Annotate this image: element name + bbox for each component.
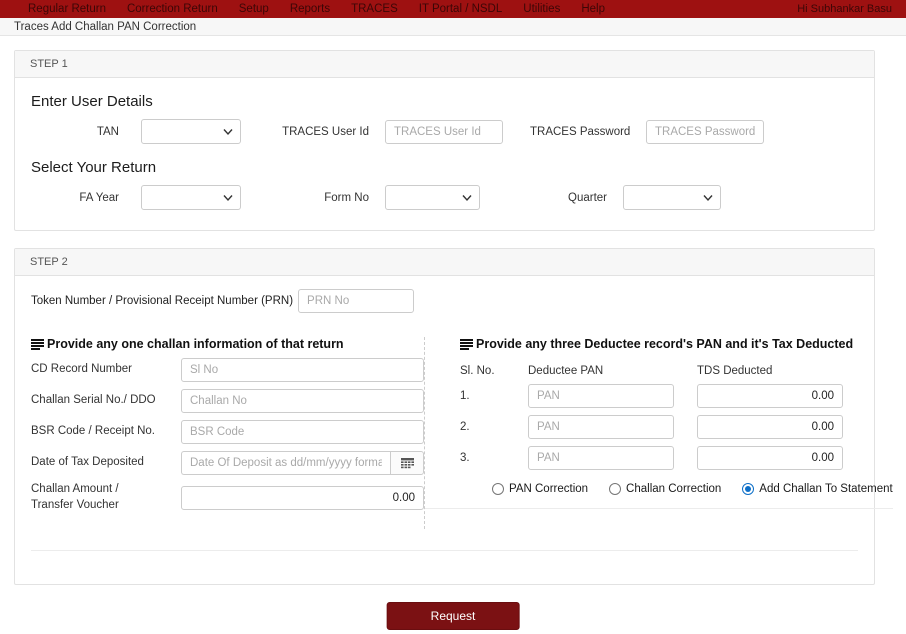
chevron-down-icon (223, 128, 233, 136)
challan-amount-row: Challan Amount / Transfer Voucher (31, 482, 424, 513)
breadcrumb: Traces Add Challan PAN Correction (0, 18, 906, 36)
date-deposited-row: Date of Tax Deposited (31, 451, 424, 475)
challan-info-section: Provide any one challan information of t… (31, 337, 425, 529)
request-button[interactable]: Request (387, 602, 520, 630)
token-number-label: Token Number / Provisional Receipt Numbe… (31, 295, 293, 307)
step2-panel: STEP 2 Token Number / Provisional Receip… (14, 248, 875, 585)
date-deposited-input[interactable] (181, 451, 390, 475)
radio-pan-correction[interactable]: PAN Correction (492, 483, 588, 495)
challan-serial-label: Challan Serial No./ DDO (31, 393, 181, 409)
select-return-row: FA Year Form No Quarter (31, 185, 858, 210)
token-row: Token Number / Provisional Receipt Numbe… (31, 289, 858, 313)
pan-input-3[interactable] (528, 446, 674, 470)
list-icon (31, 339, 44, 350)
step2-header: STEP 2 (15, 249, 874, 276)
tds-input-1[interactable] (697, 384, 843, 408)
radio-icon (609, 483, 621, 495)
tan-select[interactable] (141, 119, 241, 144)
quarter-select[interactable] (623, 185, 721, 210)
top-navbar: Regular Return Correction Return Setup R… (0, 0, 906, 18)
tds-input-3[interactable] (697, 446, 843, 470)
step2-columns: Provide any one challan information of t… (31, 337, 858, 529)
radio-icon (492, 483, 504, 495)
challan-section-title: Provide any one challan information of t… (47, 337, 344, 351)
deductee-section-title: Provide any three Deductee record's PAN … (476, 337, 853, 351)
challan-amount-label: Challan Amount / Transfer Voucher (31, 482, 181, 513)
nav-item-regular-return[interactable]: Regular Return (28, 0, 106, 18)
deductee-row-3: 3. (460, 446, 893, 470)
chevron-down-icon (223, 194, 233, 202)
correction-type-radios: PAN Correction Challan Correction Add Ch… (492, 483, 893, 495)
step1-header: STEP 1 (15, 51, 874, 78)
traces-password-input[interactable] (646, 120, 764, 144)
chevron-down-icon (703, 194, 713, 202)
traces-user-id-label: TRACES User Id (263, 126, 369, 138)
user-details-row: TAN TRACES User Id TRACES Password (31, 119, 858, 144)
bsr-code-row: BSR Code / Receipt No. (31, 420, 424, 444)
row-number: 2. (460, 421, 528, 433)
form-no-select[interactable] (385, 185, 480, 210)
calendar-icon (401, 457, 414, 469)
nav-item-setup[interactable]: Setup (239, 0, 269, 18)
enter-user-details-title: Enter User Details (31, 93, 858, 110)
cd-record-row: CD Record Number (31, 358, 424, 382)
date-picker-button[interactable] (390, 451, 424, 475)
col-deductee-pan: Deductee PAN (528, 365, 674, 377)
deductee-table-header: Sl. No. Deductee PAN TDS Deducted (460, 365, 893, 377)
traces-password-label: TRACES Password (530, 126, 630, 138)
pan-input-2[interactable] (528, 415, 674, 439)
radio-label: Add Challan To Statement (759, 483, 892, 495)
nav-item-it-portal-nsdl[interactable]: IT Portal / NSDL (419, 0, 503, 18)
bottom-divider (31, 550, 858, 551)
step1-panel: STEP 1 Enter User Details TAN TRACES Use… (14, 50, 875, 231)
radio-add-challan-to-statement[interactable]: Add Challan To Statement (742, 483, 892, 495)
cd-record-input[interactable] (181, 358, 424, 382)
row-number: 1. (460, 390, 528, 402)
radio-icon (742, 483, 754, 495)
col-tds-deducted: TDS Deducted (697, 365, 843, 377)
nav-item-reports[interactable]: Reports (290, 0, 330, 18)
date-deposited-label: Date of Tax Deposited (31, 455, 181, 471)
nav-item-help[interactable]: Help (581, 0, 605, 18)
fa-year-label: FA Year (31, 192, 119, 204)
radio-label: Challan Correction (626, 483, 721, 495)
challan-amount-input[interactable] (181, 486, 424, 510)
challan-serial-row: Challan Serial No./ DDO (31, 389, 424, 413)
step1-body: Enter User Details TAN TRACES User Id TR… (15, 93, 874, 210)
select-your-return-title: Select Your Return (31, 159, 858, 176)
cd-record-label: CD Record Number (31, 362, 181, 378)
col-sl-no: Sl. No. (460, 365, 528, 377)
nav-item-correction-return[interactable]: Correction Return (127, 0, 218, 18)
radio-challan-correction[interactable]: Challan Correction (609, 483, 721, 495)
tan-label: TAN (31, 126, 119, 138)
bsr-code-label: BSR Code / Receipt No. (31, 424, 181, 440)
deductee-section: Provide any three Deductee record's PAN … (425, 337, 893, 509)
fa-year-select[interactable] (141, 185, 241, 210)
chevron-down-icon (462, 194, 472, 202)
nav-item-traces[interactable]: TRACES (351, 0, 398, 18)
challan-section-header: Provide any one challan information of t… (31, 337, 424, 351)
form-no-label: Form No (263, 192, 369, 204)
pan-input-1[interactable] (528, 384, 674, 408)
bsr-code-input[interactable] (181, 420, 424, 444)
prn-input[interactable] (298, 289, 414, 313)
radio-label: PAN Correction (509, 483, 588, 495)
deductee-row-2: 2. (460, 415, 893, 439)
list-icon (460, 339, 473, 350)
challan-serial-input[interactable] (181, 389, 424, 413)
quarter-label: Quarter (507, 192, 607, 204)
step2-body: Token Number / Provisional Receipt Numbe… (15, 289, 874, 551)
traces-user-id-input[interactable] (385, 120, 503, 144)
tds-input-2[interactable] (697, 415, 843, 439)
row-number: 3. (460, 452, 528, 464)
deductee-row-1: 1. (460, 384, 893, 408)
deductee-section-header: Provide any three Deductee record's PAN … (460, 337, 893, 351)
user-greeting[interactable]: Hi Subhankar Basu (797, 3, 892, 15)
nav-item-utilities[interactable]: Utilities (523, 0, 560, 18)
